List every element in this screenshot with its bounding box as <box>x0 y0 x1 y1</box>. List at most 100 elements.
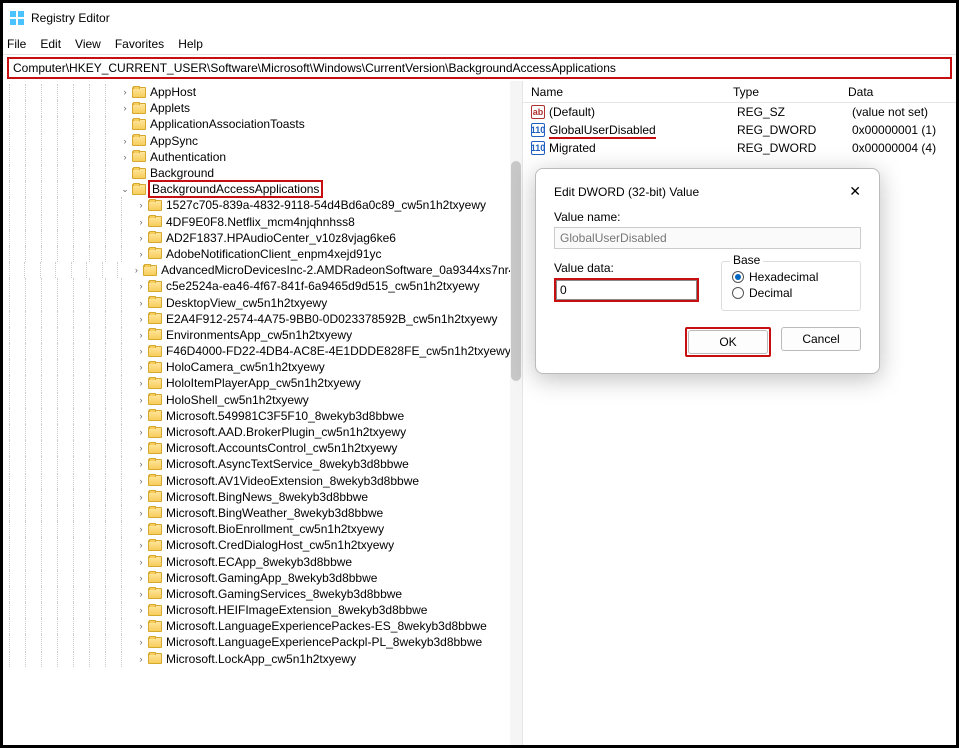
tree-item[interactable]: ›Microsoft.CredDialogHost_cw5n1h2txyewy <box>7 537 522 553</box>
value-row[interactable]: 110GlobalUserDisabledREG_DWORD0x00000001… <box>523 121 956 139</box>
col-type[interactable]: Type <box>733 85 848 99</box>
tree-item[interactable]: ›HoloShell_cw5n1h2txyewy <box>7 392 522 408</box>
menu-help[interactable]: Help <box>178 37 203 51</box>
tree-item[interactable]: › F46D4000-FD22-4DB4-AC8E-4E1DDDE828FE_cw… <box>7 343 522 359</box>
chevron-right-icon[interactable]: › <box>135 654 147 664</box>
chevron-right-icon[interactable]: › <box>135 540 147 550</box>
tree-item[interactable]: ›EnvironmentsApp_cw5n1h2txyewy <box>7 327 522 343</box>
tree-item[interactable]: ›Microsoft.LockApp_cw5n1h2txyewy <box>7 651 522 667</box>
tree-item[interactable]: ›AdvancedMicroDevicesInc-2.AMDRadeonSoft… <box>7 262 522 278</box>
tree-item[interactable]: › AppHost <box>7 84 522 100</box>
chevron-right-icon[interactable]: › <box>135 314 147 324</box>
tree-item[interactable]: › Applets <box>7 100 522 116</box>
tree-item[interactable]: ›Authentication <box>7 149 522 165</box>
chevron-right-icon[interactable]: › <box>119 87 131 97</box>
menu-edit[interactable]: Edit <box>40 37 61 51</box>
chevron-right-icon[interactable]: › <box>119 136 131 146</box>
chevron-right-icon[interactable]: › <box>135 492 147 502</box>
chevron-right-icon[interactable]: › <box>135 427 147 437</box>
tree-label: Microsoft.GamingServices_8wekyb3d8bbwe <box>166 587 402 601</box>
chevron-right-icon[interactable]: › <box>135 298 147 308</box>
chevron-right-icon[interactable]: › <box>135 330 147 340</box>
tree-item[interactable]: Background <box>7 165 522 181</box>
tree-item[interactable]: ›4DF9E0F8.Netflix_mcm4njqhnhss8 <box>7 214 522 230</box>
menu-file[interactable]: File <box>7 37 26 51</box>
value-row[interactable]: 110MigratedREG_DWORD0x00000004 (4) <box>523 139 956 157</box>
tree-item[interactable]: ›Microsoft.BioEnrollment_cw5n1h2txyewy <box>7 521 522 537</box>
tree-item[interactable]: ⌄BackgroundAccessApplications <box>7 181 522 197</box>
chevron-right-icon[interactable]: › <box>135 476 147 486</box>
cancel-button[interactable]: Cancel <box>781 327 861 351</box>
chevron-right-icon[interactable]: › <box>135 443 147 453</box>
radio-hex[interactable]: Hexadecimal <box>732 270 850 284</box>
tree-item[interactable]: ›AD2F1837.HPAudioCenter_v10z8vjag6ke6 <box>7 230 522 246</box>
tree-item[interactable]: ›Microsoft.AsyncTextService_8wekyb3d8bbw… <box>7 456 522 472</box>
tree-item[interactable]: ›1527c705-839a-4832-9118-54d4Bd6a0c89_cw… <box>7 197 522 213</box>
tree-label: Microsoft.HEIFImageExtension_8wekyb3d8bb… <box>166 603 427 617</box>
valuename-field <box>554 227 861 249</box>
chevron-right-icon[interactable]: › <box>135 637 147 647</box>
tree-item[interactable]: ›Microsoft.AV1VideoExtension_8wekyb3d8bb… <box>7 473 522 489</box>
tree-item[interactable]: ›AdobeNotificationClient_enpm4xejd91yc <box>7 246 522 262</box>
menu-favorites[interactable]: Favorites <box>115 37 164 51</box>
tree-item[interactable]: ›DesktopView_cw5n1h2txyewy <box>7 294 522 310</box>
chevron-right-icon[interactable]: › <box>119 103 131 113</box>
chevron-right-icon[interactable]: › <box>135 573 147 583</box>
close-icon[interactable]: ✕ <box>849 183 861 200</box>
radio-dec[interactable]: Decimal <box>732 286 850 300</box>
ok-button[interactable]: OK <box>688 330 768 354</box>
tree-item[interactable]: ›AppSync <box>7 133 522 149</box>
chevron-right-icon[interactable]: › <box>135 233 147 243</box>
tree-item[interactable]: › Microsoft.GamingServices_8wekyb3d8bbwe <box>7 586 522 602</box>
chevron-right-icon[interactable]: › <box>135 589 147 599</box>
chevron-right-icon[interactable]: › <box>135 459 147 469</box>
tree-label: AppHost <box>150 85 196 99</box>
tree-label: F46D4000-FD22-4DB4-AC8E-4E1DDDE828FE_cw5… <box>166 344 511 358</box>
chevron-right-icon[interactable]: › <box>135 346 147 356</box>
tree-scrollbar[interactable] <box>510 81 522 745</box>
chevron-right-icon[interactable]: › <box>135 508 147 518</box>
chevron-right-icon[interactable]: › <box>135 621 147 631</box>
col-data[interactable]: Data <box>848 85 956 99</box>
list-header: Name Type Data <box>523 81 956 103</box>
tree-item[interactable]: ›Microsoft.GamingApp_8wekyb3d8bbwe <box>7 570 522 586</box>
chevron-right-icon[interactable]: › <box>135 217 147 227</box>
folder-icon <box>148 346 162 357</box>
tree-item[interactable]: ›Microsoft.549981C3F5F10_8wekyb3d8bbwe <box>7 408 522 424</box>
tree-item[interactable]: ApplicationAssociationToasts <box>7 116 522 132</box>
chevron-right-icon[interactable]: › <box>119 152 131 162</box>
chevron-right-icon[interactable]: › <box>135 200 147 210</box>
col-name[interactable]: Name <box>523 85 733 99</box>
chevron-right-icon[interactable]: › <box>135 557 147 567</box>
tree-item[interactable]: ›E2A4F912-2574-4A75-9BB0-0D023378592B_cw… <box>7 311 522 327</box>
folder-icon <box>148 588 162 599</box>
chevron-right-icon[interactable]: › <box>135 395 147 405</box>
chevron-right-icon[interactable]: › <box>135 605 147 615</box>
chevron-right-icon[interactable]: › <box>135 281 147 291</box>
chevron-right-icon[interactable]: › <box>131 265 143 275</box>
chevron-right-icon[interactable]: › <box>135 249 147 259</box>
tree-item[interactable]: ›Microsoft.BingWeather_8wekyb3d8bbwe <box>7 505 522 521</box>
tree-item[interactable]: ›HoloItemPlayerApp_cw5n1h2txyewy <box>7 375 522 391</box>
value-row[interactable]: ab(Default)REG_SZ(value not set) <box>523 103 956 121</box>
chevron-right-icon[interactable]: › <box>135 411 147 421</box>
chevron-right-icon[interactable]: › <box>135 524 147 534</box>
chevron-down-icon[interactable]: ⌄ <box>119 184 131 195</box>
tree-item[interactable]: ›Microsoft.AAD.BrokerPlugin_cw5n1h2txyew… <box>7 424 522 440</box>
tree-item[interactable]: ›Microsoft.ECApp_8wekyb3d8bbwe <box>7 553 522 569</box>
valuedata-input[interactable] <box>556 280 697 300</box>
tree-item[interactable]: ›Microsoft.BingNews_8wekyb3d8bbwe <box>7 489 522 505</box>
tree-label: Applets <box>150 101 190 115</box>
tree-item[interactable]: ›HoloCamera_cw5n1h2txyewy <box>7 359 522 375</box>
tree-item[interactable]: ›Microsoft.LanguageExperiencePackes-ES_8… <box>7 618 522 634</box>
folder-icon <box>148 572 162 583</box>
tree-item[interactable]: ›Microsoft.LanguageExperiencePackpl-PL_8… <box>7 634 522 650</box>
chevron-right-icon[interactable]: › <box>135 362 147 372</box>
tree-item[interactable]: ›c5e2524a-ea46-4f67-841f-6a9465d9d515_cw… <box>7 278 522 294</box>
menu-bar: File Edit View Favorites Help <box>3 33 956 55</box>
chevron-right-icon[interactable]: › <box>135 378 147 388</box>
tree-item[interactable]: ›Microsoft.AccountsControl_cw5n1h2txyewy <box>7 440 522 456</box>
address-bar[interactable]: Computer\HKEY_CURRENT_USER\Software\Micr… <box>7 57 952 79</box>
menu-view[interactable]: View <box>75 37 101 51</box>
tree-item[interactable]: › Microsoft.HEIFImageExtension_8wekyb3d8b… <box>7 602 522 618</box>
